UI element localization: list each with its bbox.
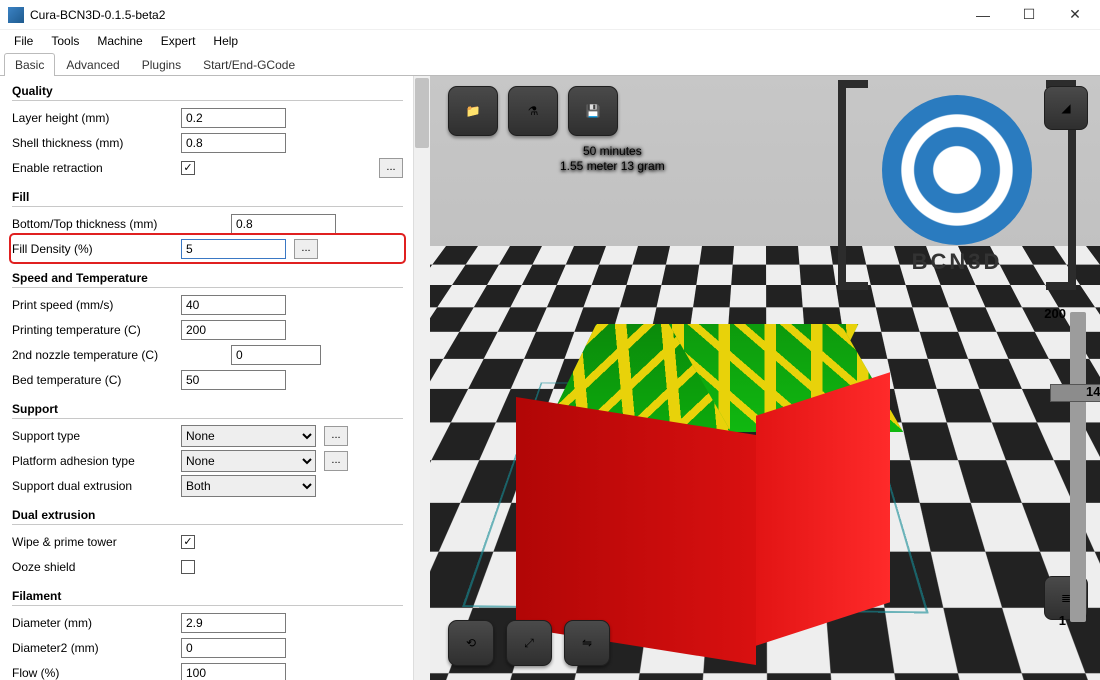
fill-density-input[interactable]	[181, 239, 286, 259]
estimate-material: 1.55 meter 13 gram	[560, 159, 665, 174]
print-temp-label: Printing temperature (C)	[12, 323, 177, 337]
print-temp-input[interactable]	[181, 320, 286, 340]
layer-height-label: Layer height (mm)	[12, 111, 177, 125]
section-fill: Fill	[12, 190, 403, 204]
flow-label: Flow (%)	[12, 666, 177, 680]
support-type-select[interactable]: None	[181, 425, 316, 447]
support-type-label: Support type	[12, 429, 177, 443]
section-speed: Speed and Temperature	[12, 271, 403, 285]
close-button[interactable]: ✕	[1052, 0, 1098, 30]
wipe-label: Wipe & prime tower	[12, 535, 177, 549]
ooze-label: Ooze shield	[12, 560, 177, 574]
tab-basic[interactable]: Basic	[4, 53, 55, 76]
topbot-label: Bottom/Top thickness (mm)	[12, 217, 227, 231]
slider-max-label: 200	[1026, 306, 1066, 321]
menu-file[interactable]: File	[6, 32, 41, 50]
print-estimate: 50 minutes 1.55 meter 13 gram	[560, 144, 665, 174]
retraction-more-button[interactable]: ...	[379, 158, 403, 178]
scale-icon: ⤢	[524, 636, 534, 651]
layers-icon: ◢	[1061, 101, 1070, 115]
settings-panel: Quality Layer height (mm) Shell thicknes…	[0, 76, 413, 680]
slider-min-label: 1	[1026, 613, 1066, 628]
section-filament: Filament	[12, 589, 403, 603]
folder-icon: 📁	[466, 104, 481, 118]
scrollbar-thumb[interactable]	[415, 78, 429, 148]
load-model-button[interactable]: 📁	[448, 86, 498, 136]
window-title: Cura-BCN3D-0.1.5-beta2	[30, 8, 165, 22]
tab-advanced[interactable]: Advanced	[55, 53, 130, 76]
mirror-icon: ⇋	[582, 636, 592, 650]
flow-input[interactable]	[181, 663, 286, 680]
shell-thickness-label: Shell thickness (mm)	[12, 136, 177, 150]
view-mode-button[interactable]: ◢	[1044, 86, 1088, 130]
flask-icon: ⚗	[528, 104, 539, 118]
noz2-temp-label: 2nd nozzle temperature (C)	[12, 348, 227, 362]
retraction-checkbox[interactable]	[181, 161, 195, 175]
menu-help[interactable]: Help	[205, 32, 246, 50]
print-speed-label: Print speed (mm/s)	[12, 298, 177, 312]
print-speed-input[interactable]	[181, 295, 286, 315]
adhesion-label: Platform adhesion type	[12, 454, 177, 468]
shell-thickness-input[interactable]	[181, 133, 286, 153]
scale-button[interactable]: ⤢	[506, 620, 552, 666]
diameter2-input[interactable]	[181, 638, 286, 658]
support-dual-select[interactable]: Both	[181, 475, 316, 497]
adhesion-select[interactable]: None	[181, 450, 316, 472]
gear-icon	[882, 95, 1032, 245]
bed-temp-input[interactable]	[181, 370, 286, 390]
noz2-temp-input[interactable]	[231, 345, 321, 365]
menu-tools[interactable]: Tools	[43, 32, 87, 50]
bcn3d-logo: BCN3D	[842, 76, 1072, 300]
diameter-label: Diameter (mm)	[12, 616, 177, 630]
3d-viewport[interactable]: BCN3D 📁 ⚗ 💾 50 minutes 1.55 meter 13 gra…	[430, 76, 1100, 680]
diameter2-label: Diameter2 (mm)	[12, 641, 177, 655]
prepare-button[interactable]: ⚗	[508, 86, 558, 136]
model-preview[interactable]	[530, 324, 880, 644]
retraction-label: Enable retraction	[12, 161, 177, 175]
rotate-icon: ⟲	[466, 636, 476, 650]
wipe-checkbox[interactable]	[181, 535, 195, 549]
save-button[interactable]: 💾	[568, 86, 618, 136]
fill-density-more-button[interactable]: ...	[294, 239, 318, 259]
slider-value-label: 144	[1086, 384, 1100, 399]
logo-text: BCN3D	[912, 249, 1003, 275]
support-dual-label: Support dual extrusion	[12, 479, 177, 493]
layer-slider[interactable]: 200 144 1	[1070, 312, 1086, 622]
maximize-button[interactable]: ☐	[1006, 0, 1052, 30]
estimate-time: 50 minutes	[560, 144, 665, 159]
app-icon	[8, 7, 24, 23]
bed-temp-label: Bed temperature (C)	[12, 373, 177, 387]
topbot-input[interactable]	[231, 214, 336, 234]
tab-plugins[interactable]: Plugins	[131, 53, 192, 76]
diameter-input[interactable]	[181, 613, 286, 633]
section-dual: Dual extrusion	[12, 508, 403, 522]
save-icon: 💾	[586, 104, 601, 118]
minimize-button[interactable]: —	[960, 0, 1006, 30]
section-quality: Quality	[12, 84, 403, 98]
layer-height-input[interactable]	[181, 108, 286, 128]
ooze-checkbox[interactable]	[181, 560, 195, 574]
tab-gcode[interactable]: Start/End-GCode	[192, 53, 306, 76]
adhesion-more-button[interactable]: ...	[324, 451, 348, 471]
fill-density-label: Fill Density (%)	[12, 242, 177, 256]
rotate-button[interactable]: ⟲	[448, 620, 494, 666]
menu-expert[interactable]: Expert	[153, 32, 204, 50]
menu-machine[interactable]: Machine	[89, 32, 150, 50]
mirror-button[interactable]: ⇋	[564, 620, 610, 666]
section-support: Support	[12, 402, 403, 416]
support-type-more-button[interactable]: ...	[324, 426, 348, 446]
panel-scrollbar[interactable]	[413, 76, 430, 680]
